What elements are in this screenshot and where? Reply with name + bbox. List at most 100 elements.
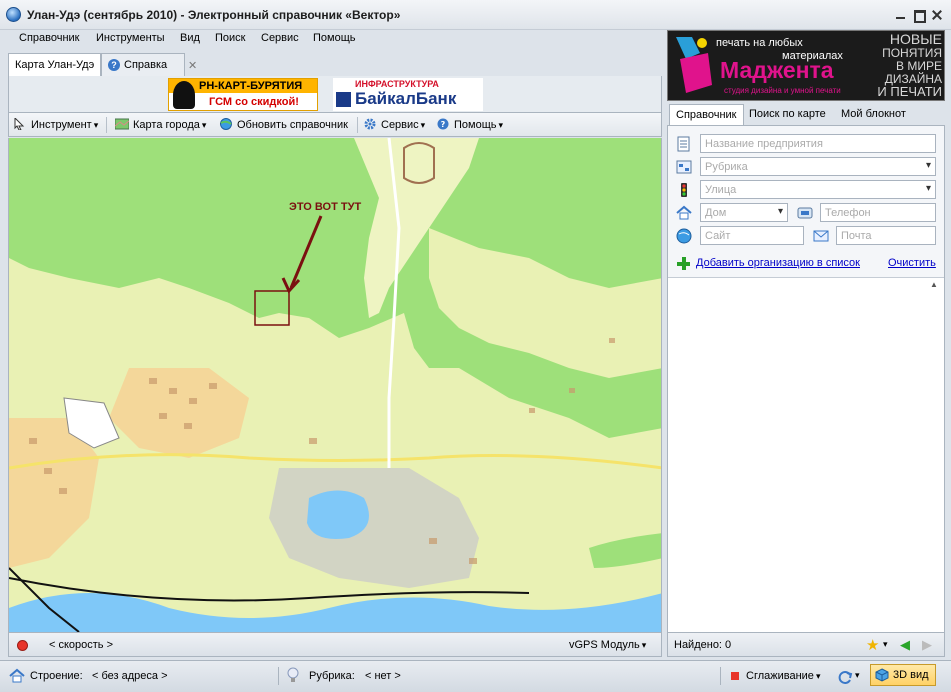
record-icon[interactable] [17, 640, 28, 651]
map-icon [115, 118, 129, 130]
maximize-button[interactable] [911, 8, 927, 23]
tab-map[interactable]: Карта Улан-Удэ [8, 53, 102, 76]
rubric-label: Рубрика: [309, 670, 355, 682]
tab-directory[interactable]: Справочник [669, 104, 744, 126]
toolbar-separator [106, 117, 107, 133]
menu-spravochnik[interactable]: Справочник [19, 32, 80, 44]
menu-bar: Справочник Инструменты Вид Поиск Сервис … [4, 30, 662, 48]
lake [307, 490, 369, 539]
results-list[interactable]: ▲ [668, 277, 944, 633]
city-map[interactable]: ЭТО ВОТ ТУТ [8, 138, 662, 632]
toolbar-separator [357, 117, 358, 133]
smoothing-dropdown[interactable]: Сглаживание ▾ [746, 670, 820, 682]
cursor-icon [14, 118, 25, 130]
help-icon: ? [108, 59, 120, 71]
tab-help-label: Справка [124, 59, 168, 71]
results-status-bar: Найдено: 0 ★ ▾ ◀ ▶ [667, 632, 945, 657]
close-button[interactable] [929, 8, 945, 22]
city-map-label: Карта города [133, 119, 206, 131]
star-dropdown-arrow-icon[interactable]: ▾ [883, 639, 888, 650]
tab-map-search[interactable]: Поиск по карте [743, 104, 832, 126]
tab-help[interactable]: ? Справка [101, 53, 185, 76]
status-separator [278, 667, 279, 685]
gps-module-dropdown[interactable]: vGPS Модуль [569, 639, 646, 651]
map-canvas[interactable]: ЭТО ВОТ ТУТ [9, 138, 662, 632]
rn-banner-line1: РН-КАРТ-БУРЯТИЯ [199, 80, 303, 92]
add-organization-link[interactable]: Добавить организацию в список [696, 257, 860, 269]
found-count: Найдено: 0 [674, 639, 732, 651]
house-select[interactable]: Дом [700, 203, 788, 222]
update-directory-button[interactable]: Обновить справочник [219, 118, 348, 131]
magenta-right-5: И ПЕЧАТИ [877, 84, 942, 99]
lightbulb-icon [287, 667, 299, 682]
title-bar: Улан-Удэ (сентябрь 2010) - Электронный с… [0, 0, 951, 30]
smoothing-icon [731, 672, 739, 680]
star-icon[interactable]: ★ [866, 636, 879, 654]
scroll-up-arrow-icon[interactable]: ▲ [930, 280, 942, 290]
menu-service[interactable]: Сервис [261, 32, 299, 44]
document-tabs: Карта Улан-Удэ ? Справка ✕ [8, 53, 662, 76]
traffic-light-icon [681, 183, 687, 197]
menu-view[interactable]: Вид [180, 32, 200, 44]
directory-tabs: Справочник Поиск по карте Мой блокнот [667, 104, 945, 126]
building-label: Строение: [30, 670, 83, 682]
magenta-banner[interactable]: печать на любых материалах Маджента студ… [667, 30, 945, 101]
tab-notebook[interactable]: Мой блокнот [835, 104, 912, 126]
annotation-label: ЭТО ВОТ ТУТ [289, 201, 361, 213]
magenta-sub: студия дизайна и умной печати [724, 86, 841, 95]
rubric-select[interactable]: Рубрика [700, 157, 936, 176]
menu-instruments[interactable]: Инструменты [96, 32, 165, 44]
mail-icon [813, 230, 829, 242]
magenta-logo-icon [676, 37, 712, 93]
phone-input[interactable]: Телефон [820, 203, 936, 222]
website-input[interactable]: Сайт [700, 226, 804, 245]
magenta-right-2: ПОНЯТИЯ [882, 46, 942, 60]
svg-text:?: ? [441, 120, 446, 129]
rubric-value: < нет > [365, 670, 401, 682]
website-globe-icon [676, 228, 692, 244]
tool-dropdown[interactable]: Инструмент [13, 118, 98, 131]
minimize-button[interactable] [893, 8, 909, 22]
menu-search[interactable]: Поиск [215, 32, 245, 44]
smoothing-arrow-icon: ▾ [815, 671, 821, 681]
service-dropdown[interactable]: Сервис [363, 118, 425, 131]
forward-arrow-icon[interactable]: ▶ [922, 637, 932, 653]
status-separator [720, 667, 721, 685]
view-3d-button[interactable]: 3D вид [870, 664, 936, 686]
street-select[interactable]: Улица [700, 180, 936, 199]
back-arrow-icon[interactable]: ◀ [900, 637, 910, 653]
tool-label: Инструмент [31, 119, 98, 131]
help-circle-icon: ? [437, 118, 449, 130]
magenta-right-1: НОВЫЕ [889, 31, 942, 47]
company-icon [677, 136, 690, 152]
directory-panel: Название предприятия Рубрика Улица Дом Т… [667, 125, 945, 633]
gear-icon [364, 118, 376, 130]
magenta-tagline-1: печать на любых [716, 37, 803, 49]
rubric-icon [676, 160, 692, 174]
close-tab-icon[interactable]: ✕ [188, 59, 197, 72]
add-icon [677, 257, 690, 270]
city-map-dropdown[interactable]: Карта города [115, 118, 206, 131]
update-directory-label: Обновить справочник [237, 119, 348, 131]
magenta-right-3: В МИРЕ [896, 59, 942, 73]
refresh-dropdown-arrow-icon[interactable]: ▾ [855, 670, 860, 681]
bb-banner-line1: ИНФРАСТРУКТУРА [355, 79, 439, 89]
window-title: Улан-Удэ (сентябрь 2010) - Электронный с… [27, 8, 401, 22]
app-globe-icon [6, 7, 21, 22]
rn-kart-banner[interactable]: РН-КАРТ-БУРЯТИЯ ГСМ со скидкой! [168, 78, 318, 111]
refresh-icon[interactable] [837, 669, 853, 685]
baikalbank-logo-icon [336, 92, 351, 107]
map-toolbar: Инструмент Карта города Обновить справоч… [8, 112, 662, 137]
company-name-input[interactable]: Название предприятия [700, 134, 936, 153]
help-dropdown[interactable]: ? Помощь [436, 118, 503, 131]
map-status-bar: < скорость > vGPS Модуль [8, 632, 662, 657]
house-icon [676, 205, 692, 220]
speed-readout: < скорость > [49, 639, 114, 651]
menu-help[interactable]: Помощь [313, 32, 356, 44]
email-input[interactable]: Почта [836, 226, 936, 245]
baikalbank-banner[interactable]: ИНФРАСТРУКТУРА БайкалБанк [333, 78, 483, 111]
rn-banner-line2: ГСМ со скидкой! [209, 96, 299, 108]
globe-update-icon [220, 118, 232, 130]
clear-link[interactable]: Очистить [888, 257, 936, 269]
tab-map-label: Карта Улан-Удэ [15, 59, 95, 71]
